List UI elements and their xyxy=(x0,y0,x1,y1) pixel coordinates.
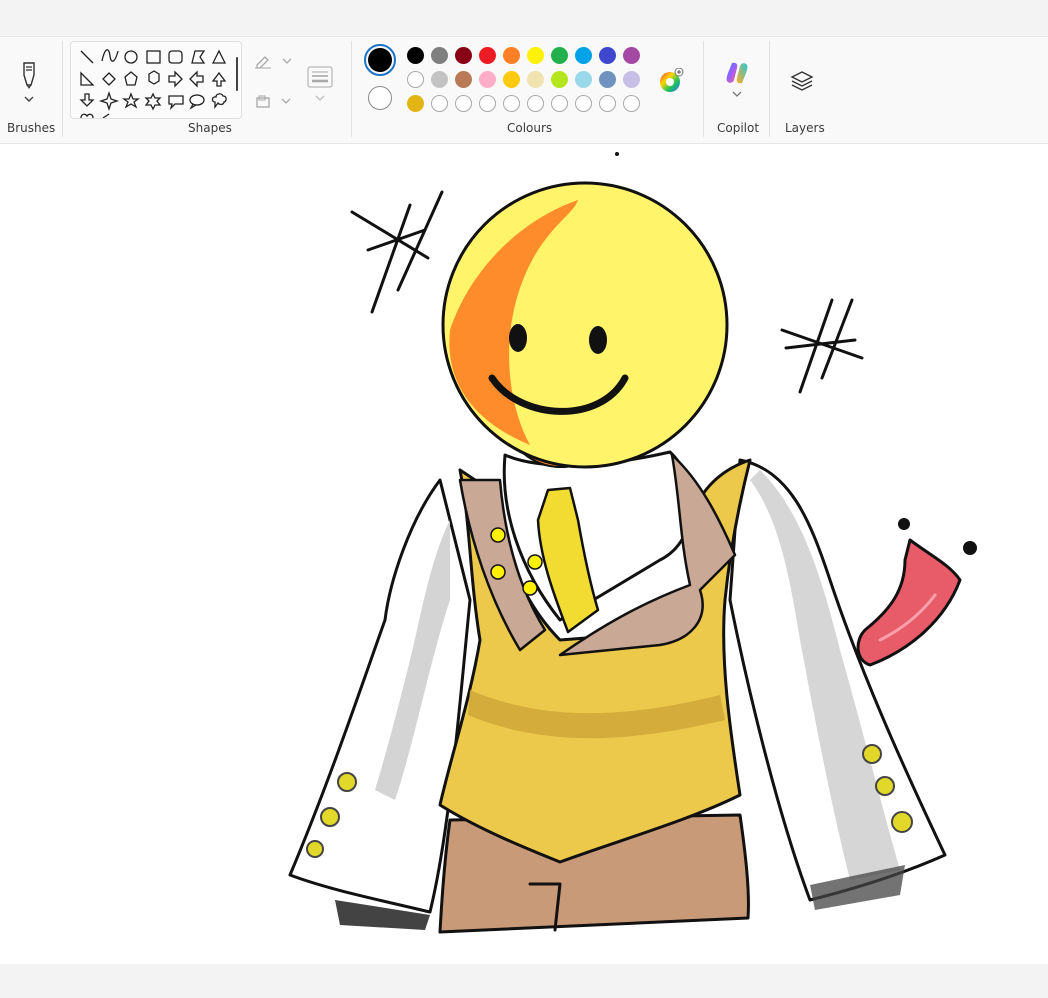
brushes-group-label: Brushes xyxy=(7,121,56,135)
paint-window: Brushes Shapes Colours Copilot Layers xyxy=(0,0,1048,998)
colour-swatch[interactable] xyxy=(431,71,448,88)
stray-dot xyxy=(615,152,619,156)
separator xyxy=(351,41,352,137)
tongue-creature xyxy=(856,538,962,667)
outline-icon xyxy=(255,56,292,69)
copilot-group-label: Copilot xyxy=(717,121,760,135)
separator xyxy=(62,41,63,137)
title-bar xyxy=(0,0,1048,36)
edit-colours-button[interactable] xyxy=(658,68,684,94)
empty-colour-slot[interactable] xyxy=(479,95,496,112)
empty-colour-slot[interactable] xyxy=(455,95,472,112)
colour-swatch[interactable] xyxy=(479,47,496,64)
colour-swatch[interactable] xyxy=(575,71,592,88)
status-bar xyxy=(0,964,1048,998)
chevron-down-icon xyxy=(315,95,325,101)
colour-swatch[interactable] xyxy=(527,47,544,64)
colour-swatch[interactable] xyxy=(575,47,592,64)
colour-1-selector[interactable] xyxy=(364,44,396,76)
empty-colour-slot[interactable] xyxy=(623,95,640,112)
copilot-button[interactable] xyxy=(720,57,754,101)
colour-swatch[interactable] xyxy=(407,95,424,112)
shapes-gallery-icons xyxy=(79,49,227,118)
colour-swatch[interactable] xyxy=(551,47,568,64)
line-size-icon xyxy=(307,66,333,88)
colour-swatch[interactable] xyxy=(455,71,472,88)
sparkle-left xyxy=(350,190,444,314)
empty-colour-slot[interactable] xyxy=(599,95,616,112)
colour-swatch[interactable] xyxy=(503,47,520,64)
chevron-down-icon xyxy=(24,96,34,102)
colour-1-swatch xyxy=(368,48,392,72)
left-eye xyxy=(509,324,527,352)
colour-swatch[interactable] xyxy=(599,47,616,64)
layers-button[interactable] xyxy=(788,67,816,95)
empty-colour-slot[interactable] xyxy=(575,95,592,112)
size-button[interactable] xyxy=(304,61,336,107)
shapes-scrollbar[interactable] xyxy=(236,57,238,91)
colour-swatch[interactable] xyxy=(551,71,568,88)
colour-swatch[interactable] xyxy=(479,71,496,88)
colour-swatch[interactable] xyxy=(407,47,424,64)
drawing-canvas[interactable] xyxy=(0,144,1048,964)
colours-group-label: Colours xyxy=(507,121,553,135)
colour-swatch[interactable] xyxy=(623,71,640,88)
shapes-group-label: Shapes xyxy=(188,121,232,135)
outline-button[interactable] xyxy=(252,51,294,71)
colour-swatch[interactable] xyxy=(599,71,616,88)
layers-group-label: Layers xyxy=(785,121,825,135)
creature-eye-right xyxy=(963,541,977,555)
separator xyxy=(769,41,770,137)
shapes-gallery xyxy=(70,41,242,119)
layers-icon xyxy=(790,71,814,91)
colour-2-selector[interactable] xyxy=(368,86,392,110)
brushes-button[interactable] xyxy=(14,57,44,107)
empty-colour-slot[interactable] xyxy=(431,95,448,112)
empty-colour-slot[interactable] xyxy=(527,95,544,112)
colour-swatch[interactable] xyxy=(527,71,544,88)
fill-button[interactable] xyxy=(254,91,294,111)
colour-swatch[interactable] xyxy=(623,47,640,64)
empty-colour-slot[interactable] xyxy=(551,95,568,112)
ribbon-toolbar: Brushes Shapes Colours Copilot Layers xyxy=(0,36,1048,144)
chevron-down-icon xyxy=(732,91,742,97)
colour-swatch[interactable] xyxy=(431,47,448,64)
creature-eye-left xyxy=(898,518,910,530)
copilot-icon xyxy=(726,62,748,84)
sparkle-right xyxy=(780,298,864,394)
colour-swatch[interactable] xyxy=(455,47,472,64)
separator xyxy=(703,41,704,137)
right-eye xyxy=(589,326,607,354)
brush-icon xyxy=(23,62,35,89)
colour-swatch[interactable] xyxy=(407,71,424,88)
empty-colour-slot[interactable] xyxy=(503,95,520,112)
colour-wheel-icon xyxy=(660,68,684,92)
drawing xyxy=(288,152,977,934)
colour-swatch[interactable] xyxy=(503,71,520,88)
fill-icon xyxy=(256,95,291,108)
